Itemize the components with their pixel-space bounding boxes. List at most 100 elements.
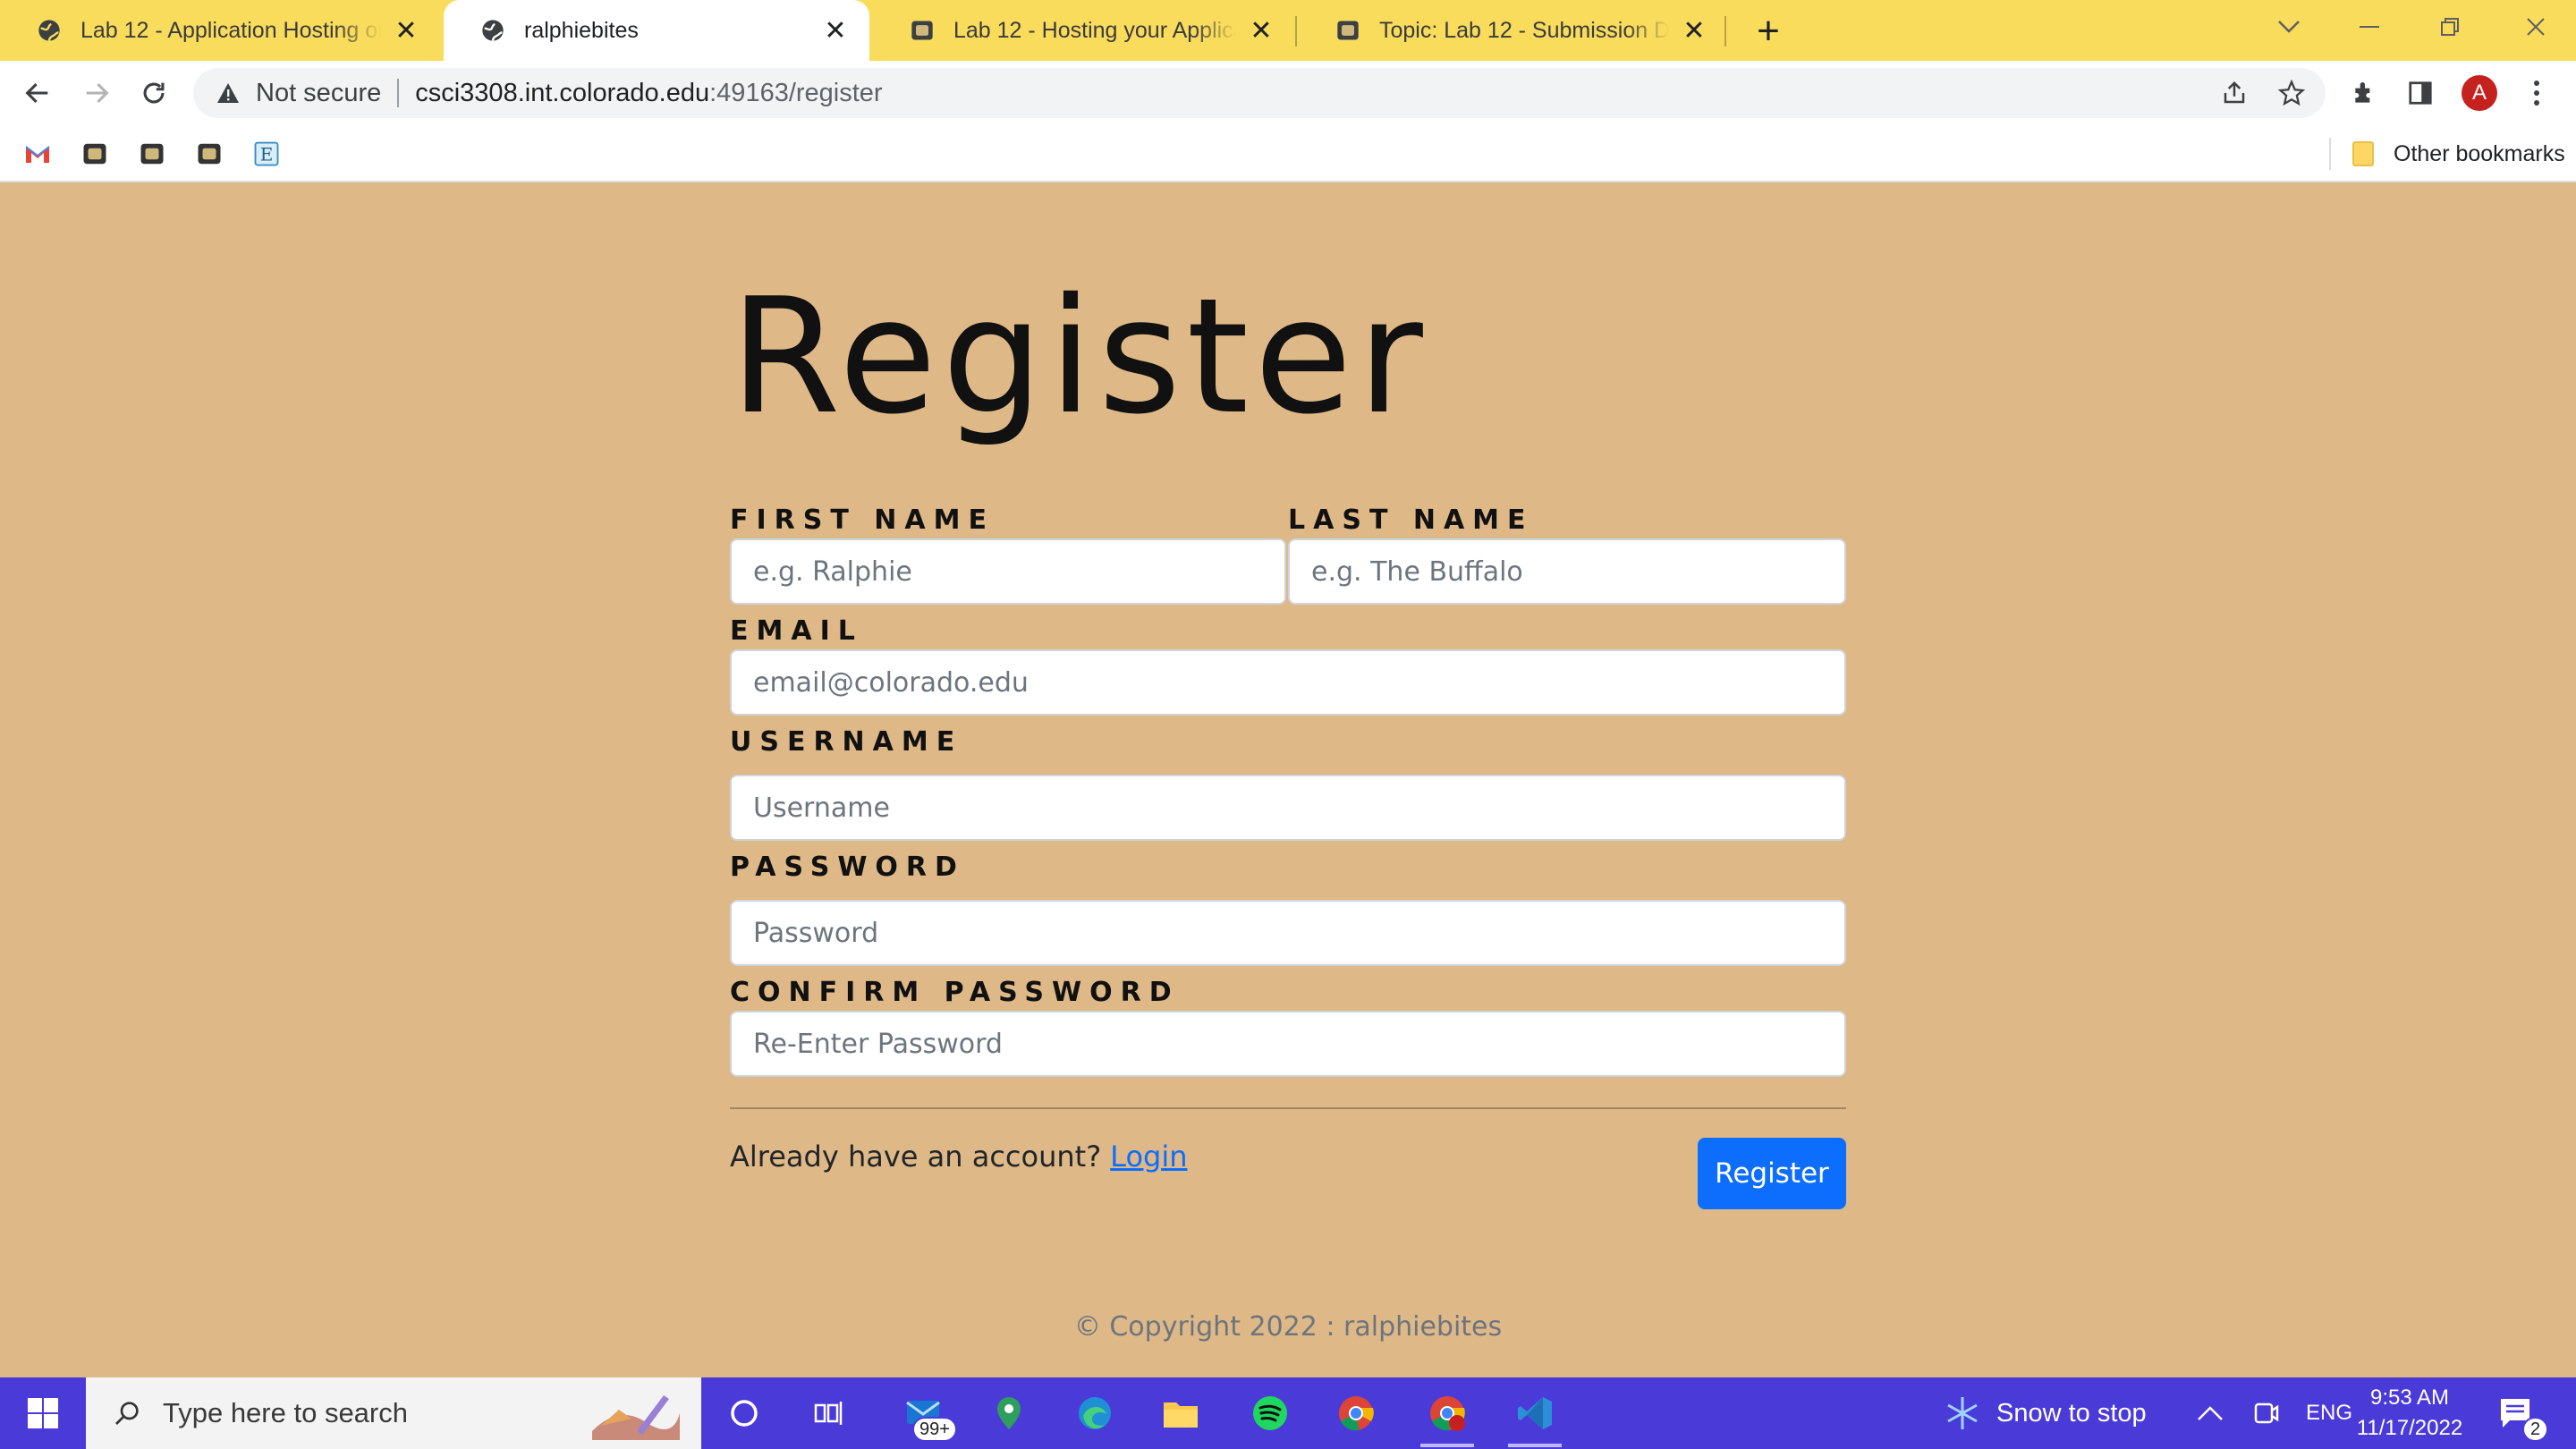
clock-date: 11/17/2022 — [2356, 1416, 2463, 1440]
address-divider — [397, 79, 400, 107]
close-icon[interactable]: ✕ — [1249, 16, 1274, 46]
tab-strip: Lab 12 - Application Hosting on ✕ ralphi… — [0, 0, 2576, 61]
email-input[interactable] — [730, 649, 1846, 716]
back-button[interactable] — [16, 72, 59, 114]
tab-lab12-hosting-on[interactable]: Lab 12 - Application Hosting on ✕ — [0, 0, 440, 61]
action-center-icon[interactable]: 2 — [2497, 1377, 2549, 1449]
weather-text: Snow to stop — [1996, 1398, 2147, 1428]
mail-icon[interactable]: 99+ — [880, 1377, 966, 1449]
cu-buffalo-icon[interactable] — [79, 138, 111, 170]
windows-start-icon[interactable] — [0, 1377, 86, 1449]
other-bookmarks[interactable]: Other bookmarks — [2352, 136, 2565, 172]
tab-separator — [1724, 16, 1726, 47]
show-hidden-icons-button[interactable] — [2197, 1377, 2224, 1449]
close-icon[interactable]: ✕ — [823, 16, 848, 46]
password-label: PASSWORD — [730, 852, 965, 883]
already-text: Already have an account? — [730, 1140, 1102, 1174]
bookmark-star-icon[interactable] — [2275, 77, 2308, 109]
bookmarks-bar: E Other bookmarks — [0, 125, 2576, 182]
warning-icon[interactable] — [213, 78, 243, 108]
edge-icon[interactable] — [1052, 1377, 1138, 1449]
confirm-password-input[interactable] — [730, 1011, 1846, 1077]
globe-icon — [479, 17, 506, 44]
menu-kebab-icon[interactable] — [2519, 75, 2555, 111]
maps-icon[interactable] — [966, 1377, 1052, 1449]
clock-time: 9:53 AM — [2369, 1385, 2450, 1410]
mail-badge: 99+ — [912, 1417, 957, 1442]
tab-separator — [1295, 16, 1297, 47]
taskbar-search-box[interactable]: Type here to search — [86, 1377, 701, 1449]
search-placeholder: Type here to search — [163, 1397, 408, 1428]
notification-badge: 2 — [2522, 1417, 2549, 1442]
security-status[interactable]: Not secure — [256, 79, 381, 108]
chrome-icon[interactable] — [1313, 1377, 1399, 1449]
url-text[interactable]: csci3308.int.colorado.edu:49163/register — [415, 79, 882, 108]
page-content: Register FIRST NAME LAST NAME EMAIL USER… — [0, 184, 2576, 1377]
task-view-icon[interactable] — [787, 1377, 873, 1449]
close-window-button[interactable] — [2496, 0, 2576, 54]
login-link[interactable]: Login — [1110, 1140, 1187, 1174]
close-icon[interactable]: ✕ — [394, 16, 419, 46]
spotify-icon[interactable] — [1227, 1377, 1313, 1449]
browser-toolbar: Not secure csci3308.int.colorado.edu:491… — [0, 61, 2576, 125]
gmail-icon[interactable] — [21, 138, 54, 170]
tab-lab12-hosting-application[interactable]: Lab 12 - Hosting your Application ✕ — [873, 0, 1295, 61]
register-button[interactable]: Register — [1698, 1138, 1846, 1209]
url-path: :49163/register — [709, 78, 883, 107]
tab-title: Lab 12 - Hosting your Application — [953, 17, 1236, 43]
confirm-password-label: CONFIRM PASSWORD — [730, 977, 1180, 1008]
language-indicator[interactable]: ENG — [2306, 1377, 2352, 1449]
last-name-input[interactable] — [1288, 538, 1846, 605]
username-input[interactable] — [730, 775, 1846, 841]
meet-now-icon[interactable] — [2252, 1377, 2281, 1449]
minimize-button[interactable] — [2329, 0, 2410, 54]
snowflake-icon — [1947, 1397, 1978, 1429]
last-name-label: LAST NAME — [1288, 504, 1534, 536]
search-icon — [109, 1395, 145, 1431]
vscode-icon[interactable] — [1492, 1377, 1578, 1449]
first-name-label: FIRST NAME — [730, 504, 995, 536]
tab-title: Lab 12 - Application Hosting on — [80, 17, 381, 43]
forward-button[interactable] — [75, 72, 118, 114]
password-input[interactable] — [730, 900, 1846, 966]
first-name-input[interactable] — [730, 538, 1286, 605]
footer-copyright: © Copyright 2022 : ralphiebites — [1073, 1311, 1503, 1343]
folder-icon — [2352, 141, 2374, 166]
cu-buffalo-icon — [909, 17, 936, 44]
form-divider — [730, 1107, 1846, 1109]
weather-widget[interactable]: Snow to stop — [1943, 1377, 2147, 1449]
url-host: csci3308.int.colorado.edu — [415, 78, 710, 107]
cu-buffalo-icon[interactable] — [193, 138, 225, 170]
tab-topic-lab12-submission[interactable]: Topic: Lab 12 - Submission Discre ✕ — [1299, 0, 1728, 61]
bookmarks-separator — [2329, 138, 2331, 170]
cu-buffalo-icon — [1335, 17, 1361, 44]
globe-icon — [36, 17, 63, 44]
restore-button[interactable] — [2410, 0, 2490, 54]
reload-button[interactable] — [132, 72, 175, 114]
extensions-icon[interactable] — [2347, 75, 2383, 111]
taskbar: Type here to search 99+ Snow to stop ENG… — [0, 1377, 2576, 1449]
tab-ralphiebites[interactable]: ralphiebites ✕ — [444, 0, 869, 61]
file-explorer-icon[interactable] — [1138, 1377, 1224, 1449]
tab-title: ralphiebites — [524, 17, 639, 43]
close-icon[interactable]: ✕ — [1682, 16, 1707, 46]
other-bookmarks-label: Other bookmarks — [2394, 140, 2565, 166]
clock[interactable]: 9:53 AM 11/17/2022 — [2354, 1383, 2465, 1444]
username-label: USERNAME — [730, 726, 963, 758]
side-panel-icon[interactable] — [2402, 75, 2438, 111]
share-icon[interactable] — [2218, 77, 2250, 109]
new-tab-button[interactable]: + — [1746, 9, 1791, 54]
e-glyph: E — [260, 144, 274, 165]
page-title: Register — [730, 264, 1428, 449]
profile-avatar[interactable]: A — [2462, 75, 2497, 111]
tab-search-icon[interactable] — [2249, 0, 2329, 54]
chrome-profile-icon[interactable] — [1404, 1377, 1490, 1449]
cu-buffalo-icon[interactable] — [136, 138, 168, 170]
cortana-icon[interactable] — [701, 1377, 787, 1449]
login-prompt: Already have an account? Login — [730, 1140, 1188, 1174]
search-highlight-image — [592, 1395, 680, 1440]
address-bar[interactable]: Not secure csci3308.int.colorado.edu:491… — [193, 68, 2326, 118]
email-label: EMAIL — [730, 615, 863, 647]
tab-title: Topic: Lab 12 - Submission Discre — [1379, 17, 1669, 43]
e-bookmark-icon[interactable]: E — [250, 138, 283, 170]
